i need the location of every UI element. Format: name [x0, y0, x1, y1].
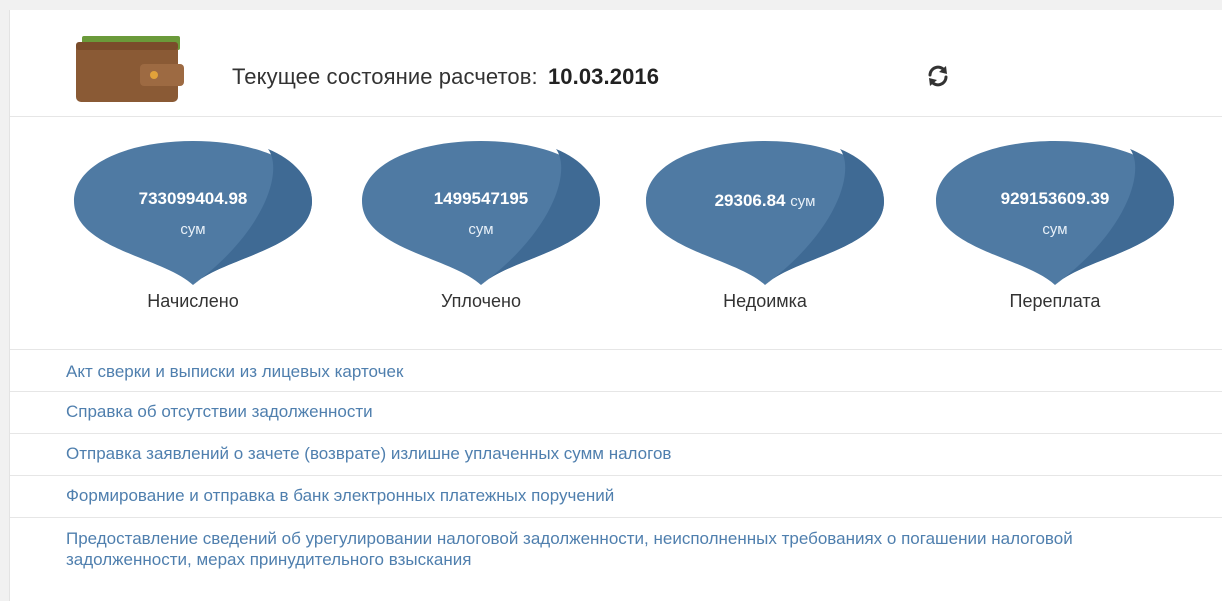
link-label[interactable]: Акт сверки и выписки из лицевых карточек [66, 362, 1222, 382]
link-reconciliation-act[interactable]: Акт сверки и выписки из лицевых карточек [10, 350, 1222, 392]
settlements-panel: Текущее состояние расчетов: 10.03.2016 7… [9, 10, 1222, 601]
stat-value: 929153609.39 [1000, 189, 1110, 208]
left-strip [0, 10, 9, 601]
stat-arrears: 29306.84 сум Недоимка [640, 139, 890, 329]
stat-drop-shape [362, 141, 600, 285]
top-strip [0, 0, 1222, 10]
page: Текущее состояние расчетов: 10.03.2016 7… [0, 0, 1222, 601]
stat-unit: сум [180, 221, 206, 238]
page-title: Текущее состояние расчетов: 10.03.2016 [232, 64, 659, 90]
link-debt-settlement-info[interactable]: Предоставление сведений об урегулировани… [10, 518, 1222, 601]
stat-paid: 1499547195 сум Уплочено [356, 139, 606, 329]
stat-unit: сум [468, 221, 494, 238]
link-label[interactable]: Формирование и отправка в банк электронн… [66, 486, 1222, 506]
stat-overpayment: 929153609.39 сум Переплата [930, 139, 1180, 329]
service-links: Акт сверки и выписки из лицевых карточек… [10, 350, 1222, 601]
date-value: 10.03.2016 [547, 64, 660, 89]
refresh-icon[interactable] [926, 64, 950, 88]
stat-label: Переплата [1009, 291, 1101, 311]
link-label[interactable]: Отправка заявлений о зачете (возврате) и… [66, 444, 1222, 464]
stat-label: Уплочено [440, 291, 522, 311]
stat-drop-shape [646, 141, 884, 285]
stat-drop-shape [74, 141, 312, 285]
wallet-icon [76, 36, 184, 102]
stat-label: Недоимка [723, 291, 807, 311]
stat-value: 1499547195 [433, 189, 529, 208]
stat-value-line: 29306.84 сум [640, 191, 890, 211]
stats-section: 733099404.98 сум Начислено 1499547195 су… [10, 117, 1222, 350]
link-label[interactable]: Предоставление сведений об урегулировани… [66, 528, 1146, 570]
title-text: Текущее состояние расчетов: [232, 64, 538, 89]
link-payment-orders[interactable]: Формирование и отправка в банк электронн… [10, 476, 1222, 518]
stat-value: 733099404.98 [138, 189, 248, 208]
stat-unit: сум [790, 193, 816, 210]
stat-accrued: 733099404.98 сум Начислено [68, 139, 318, 329]
stat-drop-shape [936, 141, 1174, 285]
stat-unit: сум [1042, 221, 1068, 238]
stat-label: Начислено [147, 291, 239, 311]
link-refund-application[interactable]: Отправка заявлений о зачете (возврате) и… [10, 434, 1222, 476]
stat-value: 29306.84 [714, 191, 786, 210]
link-no-debt-certificate[interactable]: Справка об отсутствии задолженности [10, 392, 1222, 434]
link-label[interactable]: Справка об отсутствии задолженности [66, 402, 1222, 422]
panel-header: Текущее состояние расчетов: 10.03.2016 [10, 10, 1222, 117]
